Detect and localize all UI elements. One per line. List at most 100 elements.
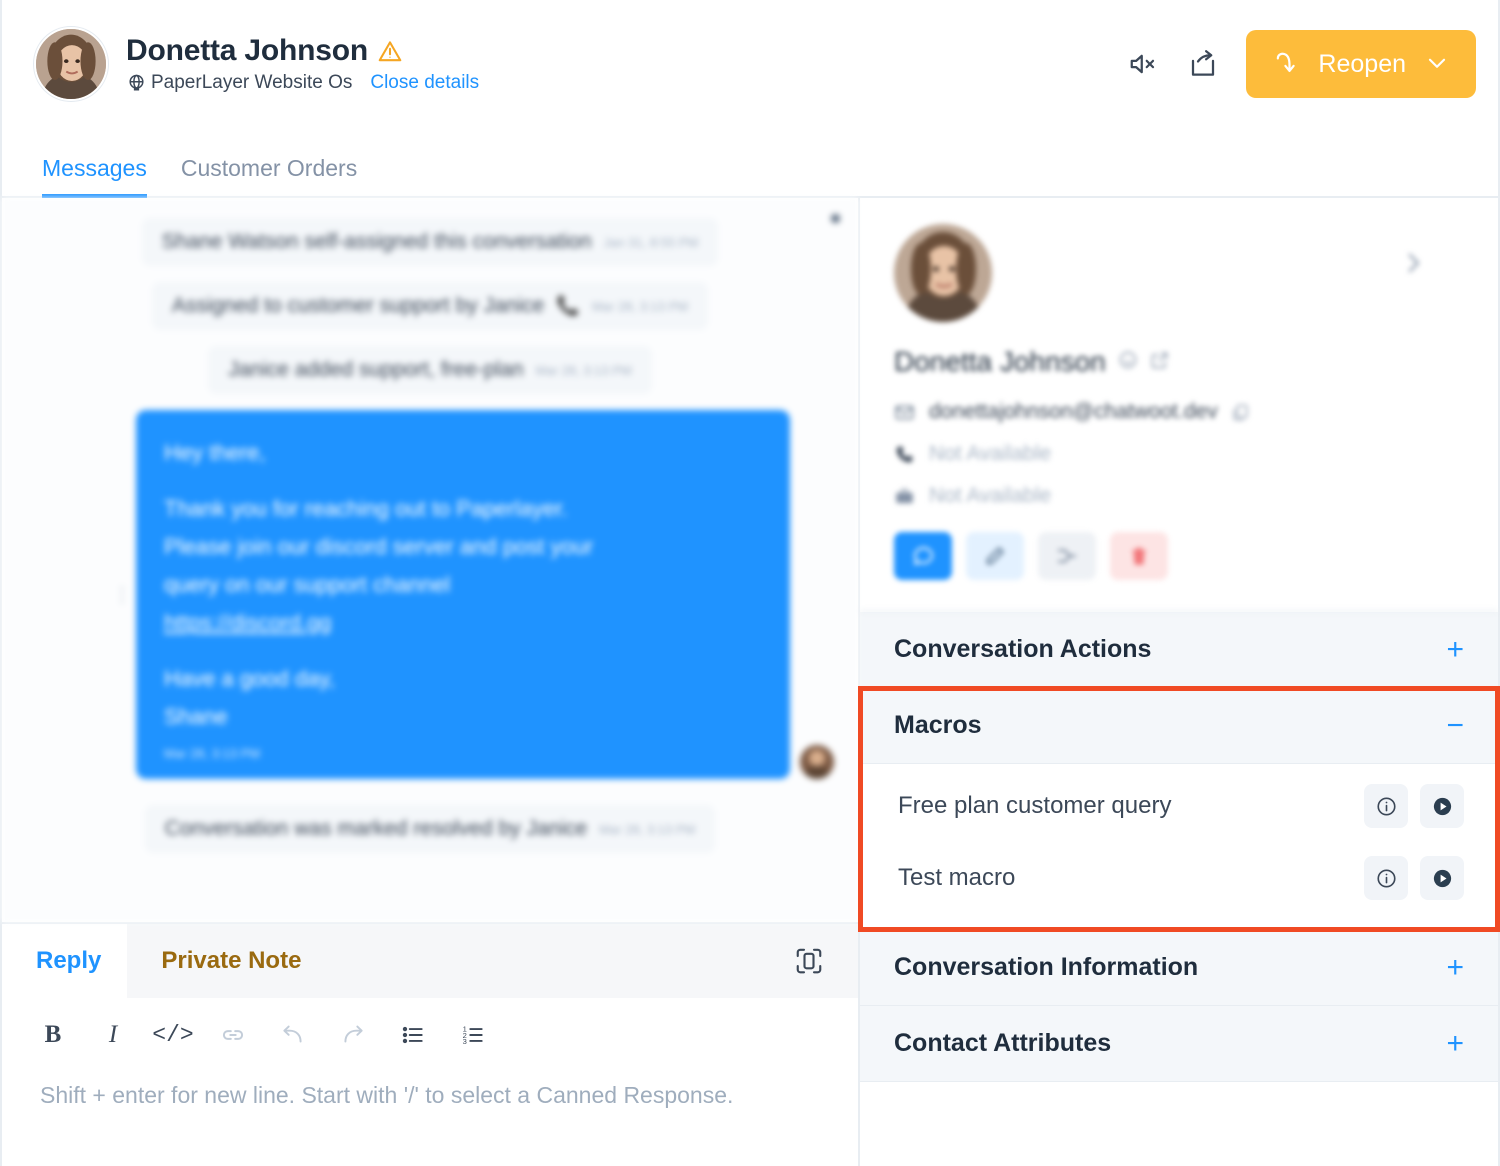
play-circle-icon[interactable] xyxy=(1420,784,1464,828)
conversation-app: Donetta Johnson PaperLayer Website Os Cl… xyxy=(0,0,1500,1166)
external-link-icon[interactable] xyxy=(1150,350,1170,375)
activity-time: Mar 28, 3:13 PM xyxy=(591,298,689,314)
contact-company-row: Not Available xyxy=(894,484,1464,508)
activity-row: Conversation was marked resolved by Jani… xyxy=(26,805,834,854)
bullet-list-icon[interactable] xyxy=(400,1022,426,1048)
conversation-tabs: Messages Customer Orders xyxy=(2,128,1498,198)
section-macros[interactable]: Macros − xyxy=(860,688,1498,764)
plus-icon[interactable]: + xyxy=(1446,952,1464,983)
merge-contact-button[interactable] xyxy=(1038,532,1096,580)
reopen-label: Reopen xyxy=(1318,49,1406,78)
contact-phone: Not Available xyxy=(929,442,1052,465)
reply-box: Reply Private Note B I </> 1 2 3 Shift +… xyxy=(2,922,858,1166)
editor-toolbar: B I </> 1 2 3 xyxy=(2,998,858,1072)
tab-messages[interactable]: Messages xyxy=(42,155,147,198)
reply-tabs: Reply Private Note xyxy=(2,924,858,998)
sender-avatar-image xyxy=(800,745,834,780)
activity-text: Janice added support, free-plan xyxy=(228,358,524,381)
header-name-row: Donetta Johnson xyxy=(126,34,479,68)
contact-company: Not Available xyxy=(929,484,1052,507)
share-external-icon[interactable] xyxy=(1186,47,1220,81)
avatar xyxy=(34,27,108,101)
smiley-icon[interactable] xyxy=(1118,350,1138,375)
inbox-name: PaperLayer Website Os xyxy=(151,72,353,93)
delete-contact-button[interactable] xyxy=(1110,532,1168,580)
italic-icon[interactable]: I xyxy=(100,1021,126,1048)
plus-icon[interactable]: + xyxy=(1446,634,1464,665)
macro-actions xyxy=(1364,856,1464,900)
activity-row: Shane Watson self-assigned this conversa… xyxy=(26,218,834,266)
warning-triangle-icon xyxy=(377,38,403,64)
svg-text:3: 3 xyxy=(463,1037,467,1046)
plus-icon[interactable]: + xyxy=(1446,1028,1464,1059)
contact-avatar xyxy=(894,224,992,322)
contact-phone-row: Not Available xyxy=(894,442,1464,466)
chevron-down-icon[interactable] xyxy=(1424,50,1450,79)
reopen-arrow-icon xyxy=(1272,49,1300,80)
message-menu-icon[interactable]: ⋮ xyxy=(112,582,132,607)
expand-editor-icon[interactable] xyxy=(794,924,858,998)
conversation-column: Shane Watson self-assigned this conversa… xyxy=(2,198,860,1166)
message-body-line-2: Please join our discord server and post … xyxy=(164,534,594,560)
bold-icon[interactable]: B xyxy=(40,1021,66,1048)
avatar-image xyxy=(36,29,106,99)
new-conversation-button[interactable] xyxy=(894,532,952,580)
macro-name: Free plan customer query xyxy=(898,792,1172,819)
discord-link[interactable]: https://discord.gg xyxy=(164,610,332,635)
message-body-line-1: Thank you for reaching out to Paperlayer… xyxy=(164,496,568,522)
info-circle-icon[interactable] xyxy=(1364,856,1408,900)
mute-speaker-icon[interactable] xyxy=(1126,47,1160,81)
macro-list: Free plan customer query Test macro xyxy=(860,764,1498,930)
activity-message: Shane Watson self-assigned this conversa… xyxy=(141,218,719,266)
section-title: Conversation Actions xyxy=(894,635,1152,663)
play-circle-icon[interactable] xyxy=(1420,856,1464,900)
tab-customer-orders[interactable]: Customer Orders xyxy=(181,155,357,198)
reply-input-placeholder[interactable]: Shift + enter for new line. Start with '… xyxy=(2,1072,858,1114)
tab-reply[interactable]: Reply xyxy=(2,924,128,998)
contact-sidebar: Donetta Johnson donettajohnson@chatwoot.… xyxy=(858,198,1500,1166)
copy-icon[interactable] xyxy=(1231,403,1253,422)
message-body: Thank you for reaching out to Paperlayer… xyxy=(164,490,762,642)
page-title: Donetta Johnson xyxy=(126,34,368,67)
section-conversation-actions[interactable]: Conversation Actions + xyxy=(860,612,1498,688)
macro-list-item[interactable]: Free plan customer query xyxy=(860,770,1498,842)
message-closing-line-1: Have a good day, xyxy=(164,666,335,692)
contact-email: donettajohnson@chatwoot.dev xyxy=(929,400,1218,423)
redo-icon[interactable] xyxy=(340,1022,366,1048)
section-conversation-information[interactable]: Conversation Information + xyxy=(860,930,1498,1006)
briefcase-icon xyxy=(894,486,916,507)
activity-time: Mar 28, 3:13 PM xyxy=(535,362,632,378)
ordered-list-icon[interactable]: 1 2 3 xyxy=(460,1022,486,1048)
phone-icon xyxy=(894,444,916,465)
outgoing-message-row: ⋮ Hey there, Thank you for reaching out … xyxy=(26,410,834,780)
activity-time: Jan 31, 8:55 PM xyxy=(603,234,699,250)
conversation-header: Donetta Johnson PaperLayer Website Os Cl… xyxy=(2,0,1498,128)
activity-message: Janice added support, free-plan Mar 28, … xyxy=(208,346,652,394)
chevron-right-icon[interactable] xyxy=(1400,250,1426,281)
header-contact-info: Donetta Johnson PaperLayer Website Os Cl… xyxy=(34,27,1126,101)
info-circle-icon[interactable] xyxy=(1364,784,1408,828)
outgoing-message-bubble: Hey there, Thank you for reaching out to… xyxy=(136,410,790,780)
link-icon[interactable] xyxy=(220,1022,246,1048)
undo-icon[interactable] xyxy=(280,1022,306,1048)
section-title: Contact Attributes xyxy=(894,1029,1112,1057)
message-closing-line-2: Shane xyxy=(164,704,228,730)
contact-card: Donetta Johnson donettajohnson@chatwoot.… xyxy=(860,198,1498,612)
minus-icon[interactable]: − xyxy=(1446,710,1464,741)
close-details-link[interactable]: Close details xyxy=(370,72,479,94)
tab-private-note[interactable]: Private Note xyxy=(127,924,794,998)
reopen-button[interactable]: Reopen xyxy=(1246,30,1476,98)
section-contact-attributes[interactable]: Contact Attributes + xyxy=(860,1006,1498,1082)
activity-row: Assigned to customer support by Janice 📞… xyxy=(26,282,834,330)
activity-text: Shane Watson self-assigned this conversa… xyxy=(161,230,592,253)
contact-name-row: Donetta Johnson xyxy=(894,346,1464,378)
sender-avatar xyxy=(800,745,834,780)
edit-contact-button[interactable] xyxy=(966,532,1024,580)
activity-message: Assigned to customer support by Janice 📞… xyxy=(151,282,709,330)
phone-icon: 📞 xyxy=(556,296,580,317)
code-icon[interactable]: </> xyxy=(152,1022,193,1048)
message-list: Shane Watson self-assigned this conversa… xyxy=(2,198,858,922)
section-title: Conversation Information xyxy=(894,953,1199,981)
scroll-indicator-dot xyxy=(831,214,840,223)
macro-list-item[interactable]: Test macro xyxy=(860,842,1498,914)
